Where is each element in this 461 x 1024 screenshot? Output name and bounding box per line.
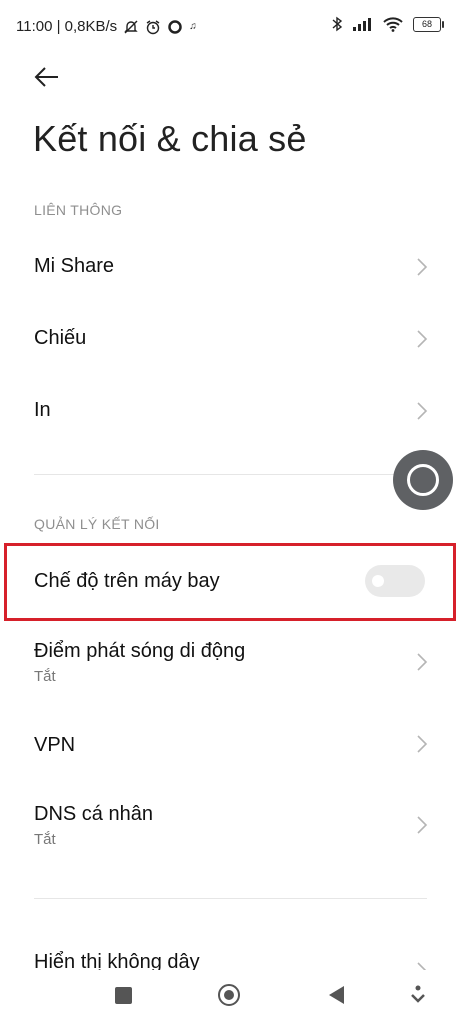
wifi-icon xyxy=(383,17,403,32)
divider xyxy=(34,474,427,475)
page-title: Kết nối & chia sẻ xyxy=(33,118,307,159)
floating-assistive-button[interactable] xyxy=(393,450,453,510)
chevron-right-icon xyxy=(417,816,428,834)
chevron-right-icon xyxy=(417,962,427,970)
chevron-right-icon xyxy=(417,402,428,420)
circle-icon xyxy=(168,19,182,34)
list-item-label: DNS cá nhân xyxy=(34,803,153,825)
signal-icon xyxy=(353,18,371,31)
status-right: 68 xyxy=(331,16,444,32)
mute-bell-icon xyxy=(124,20,138,33)
recents-button[interactable] xyxy=(115,987,132,1004)
battery-icon: 68 xyxy=(413,16,444,32)
section-header-connectivity: LIÊN THÔNG xyxy=(34,202,123,218)
nav-back-button[interactable] xyxy=(329,986,344,1004)
list-item-in[interactable]: In xyxy=(0,375,461,445)
list-item-chieu[interactable]: Chiếu xyxy=(0,303,461,373)
back-button[interactable] xyxy=(30,60,70,96)
chevron-right-icon xyxy=(417,330,428,348)
navigation-bar xyxy=(0,970,461,1024)
status-bar: 11:00 | 0,8KB/s ♫ 68 xyxy=(0,0,461,54)
bluetooth-icon xyxy=(332,16,343,32)
chevron-right-icon xyxy=(417,653,428,671)
list-item-subtitle: Tắt xyxy=(34,668,56,685)
assistant-button[interactable] xyxy=(410,984,426,1006)
home-dot-icon xyxy=(224,990,234,1000)
chevron-right-icon xyxy=(417,735,428,753)
list-item-private-dns[interactable]: DNS cá nhân Tắt xyxy=(0,789,461,859)
home-button[interactable] xyxy=(218,984,240,1006)
section-header-connection-management: QUẢN LÝ KẾT NỐI xyxy=(34,516,160,532)
list-item-wireless-display[interactable]: Hiển thị không dây xyxy=(0,935,461,970)
chevron-right-icon xyxy=(417,258,428,276)
battery-level: 68 xyxy=(421,18,432,29)
list-item-mi-share[interactable]: Mi Share xyxy=(0,231,461,301)
music-note-icon: ♫ xyxy=(189,20,197,32)
status-time: 11:00 | 0,8KB/s xyxy=(16,18,118,35)
list-item-subtitle: Tắt xyxy=(34,831,56,848)
list-item-hotspot[interactable]: Điểm phát sóng di động Tắt xyxy=(0,627,461,697)
status-left: 11:00 | 0,8KB/s ♫ xyxy=(16,18,197,35)
highlight-box xyxy=(4,543,456,621)
list-item-label: Chiếu xyxy=(34,327,87,349)
list-item-label: Hiển thị không dây xyxy=(34,951,200,970)
list-item-label: Điểm phát sóng di động xyxy=(34,640,246,662)
list-item-vpn[interactable]: VPN xyxy=(0,708,461,778)
list-item-label: Mi Share xyxy=(34,255,115,277)
divider xyxy=(34,898,427,899)
back-arrow-icon xyxy=(34,67,58,87)
list-item-label: VPN xyxy=(34,734,76,756)
alarm-icon xyxy=(146,19,160,34)
list-item-label: In xyxy=(34,399,51,421)
floating-ring-icon xyxy=(407,464,439,496)
